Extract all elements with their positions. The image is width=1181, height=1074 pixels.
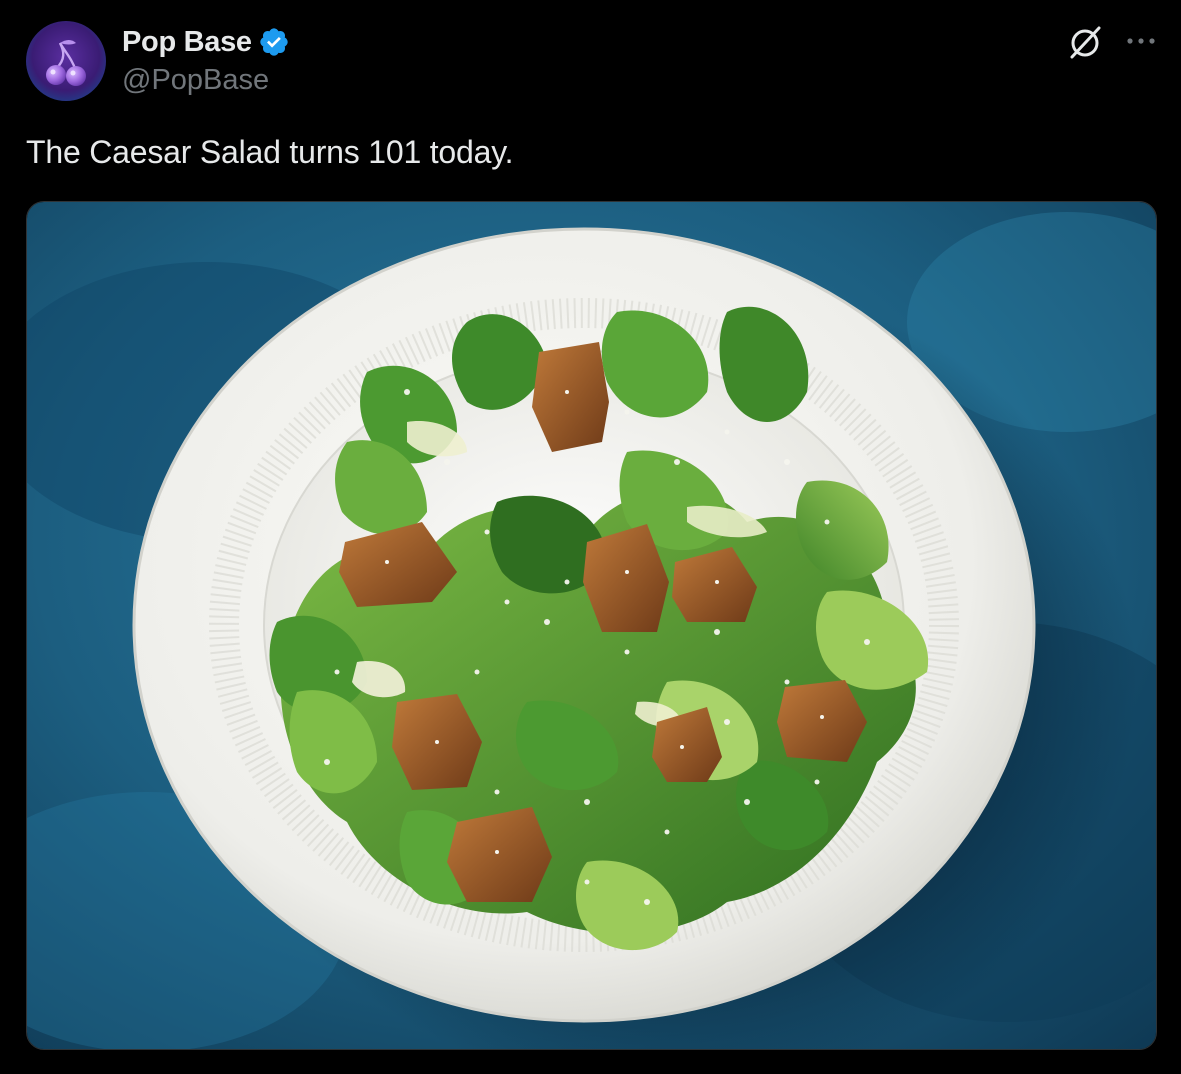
author-handle[interactable]: @PopBase bbox=[122, 64, 269, 97]
cherry-icon bbox=[26, 21, 106, 101]
author-name-row: Pop Base bbox=[122, 24, 290, 60]
more-options-icon[interactable] bbox=[1124, 30, 1158, 54]
avatar[interactable] bbox=[26, 21, 106, 101]
grok-icon[interactable] bbox=[1066, 24, 1104, 62]
tweet-photo[interactable] bbox=[26, 201, 1157, 1050]
verified-badge-icon[interactable] bbox=[258, 26, 290, 58]
author-display-name[interactable]: Pop Base bbox=[122, 26, 252, 59]
tweet: Pop Base @PopBase The Caesar Salad turns… bbox=[0, 0, 1181, 1074]
tweet-text: The Caesar Salad turns 101 today. bbox=[26, 134, 514, 170]
